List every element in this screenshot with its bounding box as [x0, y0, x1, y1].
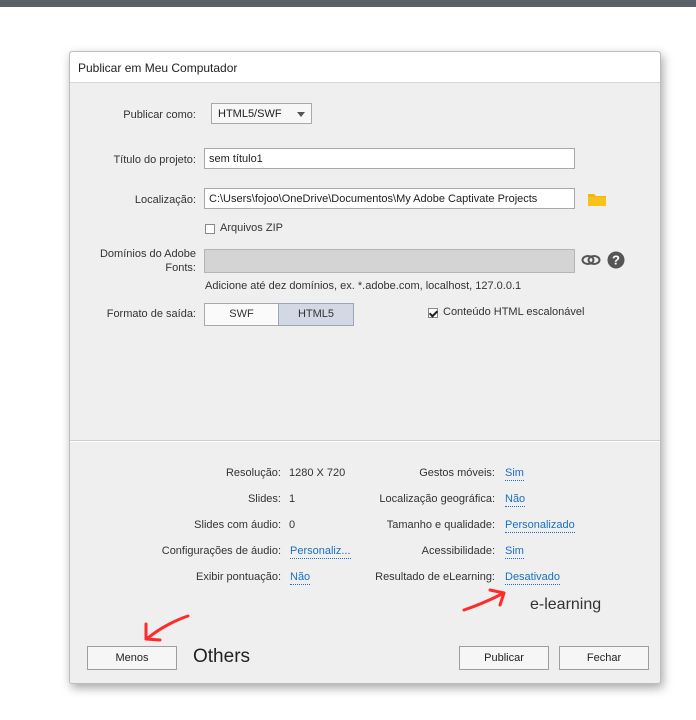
gestures-label: Gestos móveis:	[419, 467, 495, 479]
publish-as-dropdown[interactable]: HTML5/SWF	[211, 103, 312, 124]
accessibility-label: Acessibilidade:	[421, 545, 495, 557]
fonts-label-line2: Fonts:	[165, 262, 196, 274]
location-label: Localização:	[134, 194, 196, 206]
arrow-annotation-elearning	[462, 588, 506, 612]
dialog-title-bar: Publicar em Meu Computador	[70, 52, 660, 83]
dialog-title: Publicar em Meu Computador	[78, 61, 238, 75]
location-input[interactable]: C:\Users\fojoo\OneDrive\Documentos\My Ad…	[204, 188, 575, 209]
chevron-down-icon	[297, 112, 305, 117]
size-quality-label: Tamanho e qualidade:	[386, 519, 495, 531]
publish-as-label: Publicar como:	[123, 109, 196, 121]
folder-icon[interactable]	[588, 192, 606, 206]
gestures-link[interactable]: Sim	[505, 467, 524, 481]
publish-button[interactable]: Publicar	[459, 646, 549, 670]
publish-as-value: HTML5/SWF	[218, 108, 282, 120]
output-format-label: Formato de saída:	[106, 308, 196, 320]
publish-dialog: Publicar em Meu Computador Publicar como…	[69, 51, 661, 684]
svg-text:?: ?	[612, 253, 620, 268]
size-quality-link[interactable]: Personalizado	[505, 519, 575, 533]
scalable-html-label: Conteúdo HTML escalonável	[443, 306, 585, 318]
top-bar	[0, 0, 696, 7]
section-divider-highlight	[70, 441, 660, 442]
elearning-label: Resultado de eLearning:	[375, 571, 495, 583]
fonts-domains-input[interactable]	[204, 249, 575, 273]
audio-slides-label: Slides com áudio:	[194, 519, 281, 531]
project-title-input[interactable]: sem título1	[204, 148, 575, 169]
project-title-label: Título do projeto:	[113, 154, 196, 166]
scalable-html-checkbox[interactable]	[428, 308, 438, 318]
score-label: Exibir pontuação:	[196, 571, 281, 583]
geo-link[interactable]: Não	[505, 493, 526, 507]
output-html5-button[interactable]: HTML5	[278, 303, 354, 326]
close-button[interactable]: Fechar	[559, 646, 649, 670]
zip-checkbox[interactable]	[205, 224, 215, 234]
audio-config-label: Configurações de áudio:	[161, 545, 281, 557]
less-button[interactable]: Menos	[87, 646, 177, 670]
link-icon[interactable]	[581, 252, 601, 268]
fonts-hint: Adicione até dez domínios, ex. *.adobe.c…	[205, 280, 522, 292]
output-swf-button[interactable]: SWF	[204, 303, 279, 326]
zip-label: Arquivos ZIP	[220, 222, 283, 234]
help-icon[interactable]: ?	[607, 251, 625, 269]
others-annotation: Others	[193, 646, 251, 667]
geo-label: Localização geográfica:	[379, 493, 495, 505]
fonts-label-line1: Domínios do Adobe	[99, 248, 196, 260]
arrow-annotation-others	[144, 614, 190, 642]
resolution-label: Resolução:	[225, 467, 281, 479]
elearning-link[interactable]: Desativado	[505, 571, 561, 585]
slides-label: Slides:	[247, 493, 281, 505]
accessibility-link[interactable]: Sim	[505, 545, 524, 559]
elearning-annotation: e-learning	[530, 596, 602, 613]
